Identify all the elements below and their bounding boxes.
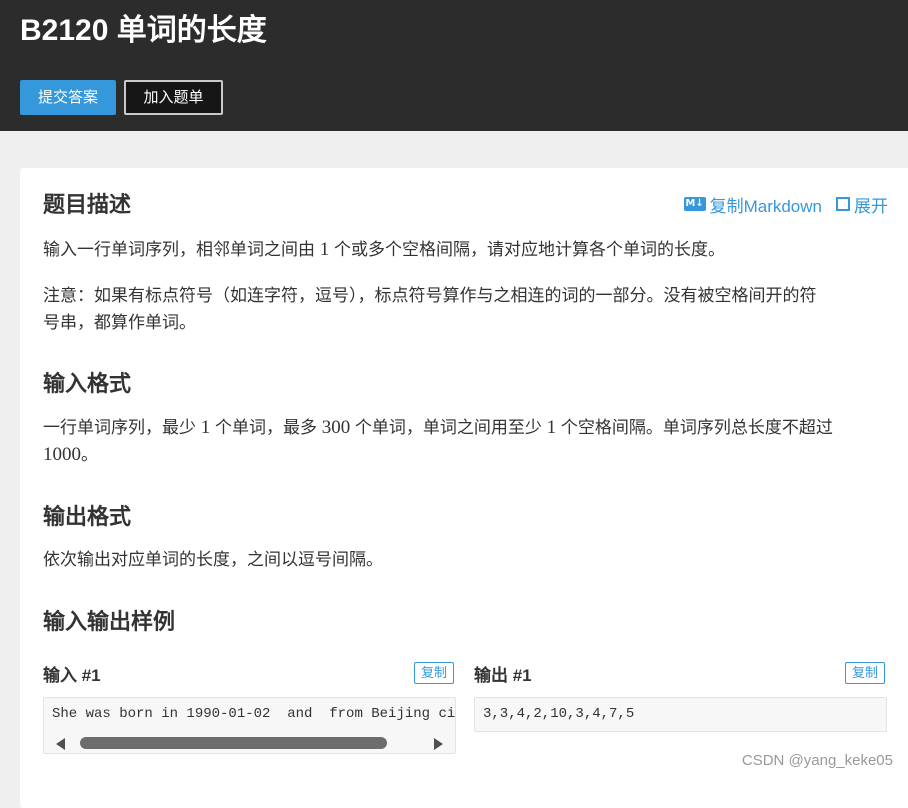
input-format-fragment: 个空格间隔。单词序列总长度不超过 <box>556 418 833 437</box>
input-format-number: 1 <box>200 417 211 438</box>
input-format-number: 1 <box>546 417 557 438</box>
markdown-icon: M↓ <box>683 197 706 211</box>
note-line-2: 号串，都算作单词。 <box>43 313 196 332</box>
copy-markdown-link[interactable]: 复制Markdown <box>710 192 822 217</box>
input-format-number: 1000 <box>43 444 81 465</box>
sample-input-box[interactable]: She was born in 1990-01-02 and from Beij… <box>43 697 456 754</box>
add-to-list-button[interactable]: 加入题单 <box>124 80 223 115</box>
output-format-text: 依次输出对应单词的长度，之间以逗号间隔。 <box>43 550 383 569</box>
description-heading: 题目描述 <box>43 192 132 217</box>
page-title: B2120 单词的长度 <box>20 14 267 47</box>
input-format-fragment: 个单词，最多 <box>210 418 322 437</box>
submit-answer-button[interactable]: 提交答案 <box>20 80 116 115</box>
samples-heading: 输入输出样例 <box>43 609 176 634</box>
expand-icon[interactable] <box>836 197 850 211</box>
header-bar: B2120 单词的长度 提交答案 加入题单 <box>0 0 908 131</box>
sample-input-code: She was born in 1990-01-02 and from Beij… <box>52 706 456 722</box>
problem-card: M↓ 复制Markdown 展开 题目描述 输入一行单词序列，相邻单词之间由 1… <box>20 168 908 808</box>
input-format-text: 一行单词序列，最少 1 个单词，最多 300 个单词，单词之间用至少 1 个空格… <box>43 414 893 468</box>
card-actions: M↓ 复制Markdown 展开 <box>683 192 888 217</box>
sample-output-code: 3,3,4,2,10,3,4,7,5 <box>483 706 635 722</box>
scroll-left-icon[interactable] <box>56 738 65 750</box>
description-number: 1 <box>319 239 330 260</box>
description-paragraph-1: 输入一行单词序列，相邻单词之间由 1 个或多个空格间隔，请对应地计算各个单词的长… <box>43 236 893 263</box>
sample-output-box[interactable]: 3,3,4,2,10,3,4,7,5 <box>474 697 887 732</box>
input-format-fragment: 。 <box>81 445 98 464</box>
expand-link[interactable]: 展开 <box>854 192 888 217</box>
description-text: 个或多个空格间隔，请对应地计算各个单词的长度。 <box>329 240 725 259</box>
output-format-heading: 输出格式 <box>43 504 132 529</box>
description-text: 输入一行单词序列，相邻单词之间由 <box>43 240 320 259</box>
input-format-number: 300 <box>321 417 351 438</box>
description-paragraph-2: 注意：如果有标点符号（如连字符，逗号），标点符号算作与之相连的词的一部分。没有被… <box>43 282 893 336</box>
watermark: CSDN @yang_keke05 <box>741 752 893 769</box>
scroll-right-icon[interactable] <box>434 738 443 750</box>
input-format-heading: 输入格式 <box>43 371 132 396</box>
sample-output-label: 输出 #1 <box>474 666 532 685</box>
input-format-fragment: 一行单词序列，最少 <box>43 418 201 437</box>
copy-input-button[interactable]: 复制 <box>414 662 454 684</box>
note-line-1: 注意：如果有标点符号（如连字符，逗号），标点符号算作与之相连的词的一部分。没有被… <box>43 286 817 305</box>
copy-output-button[interactable]: 复制 <box>845 662 885 684</box>
scrollbar-thumb[interactable] <box>80 737 387 749</box>
sample-input-label: 输入 #1 <box>43 666 101 685</box>
horizontal-scrollbar[interactable] <box>44 733 455 753</box>
input-format-fragment: 个单词，单词之间用至少 <box>350 418 547 437</box>
